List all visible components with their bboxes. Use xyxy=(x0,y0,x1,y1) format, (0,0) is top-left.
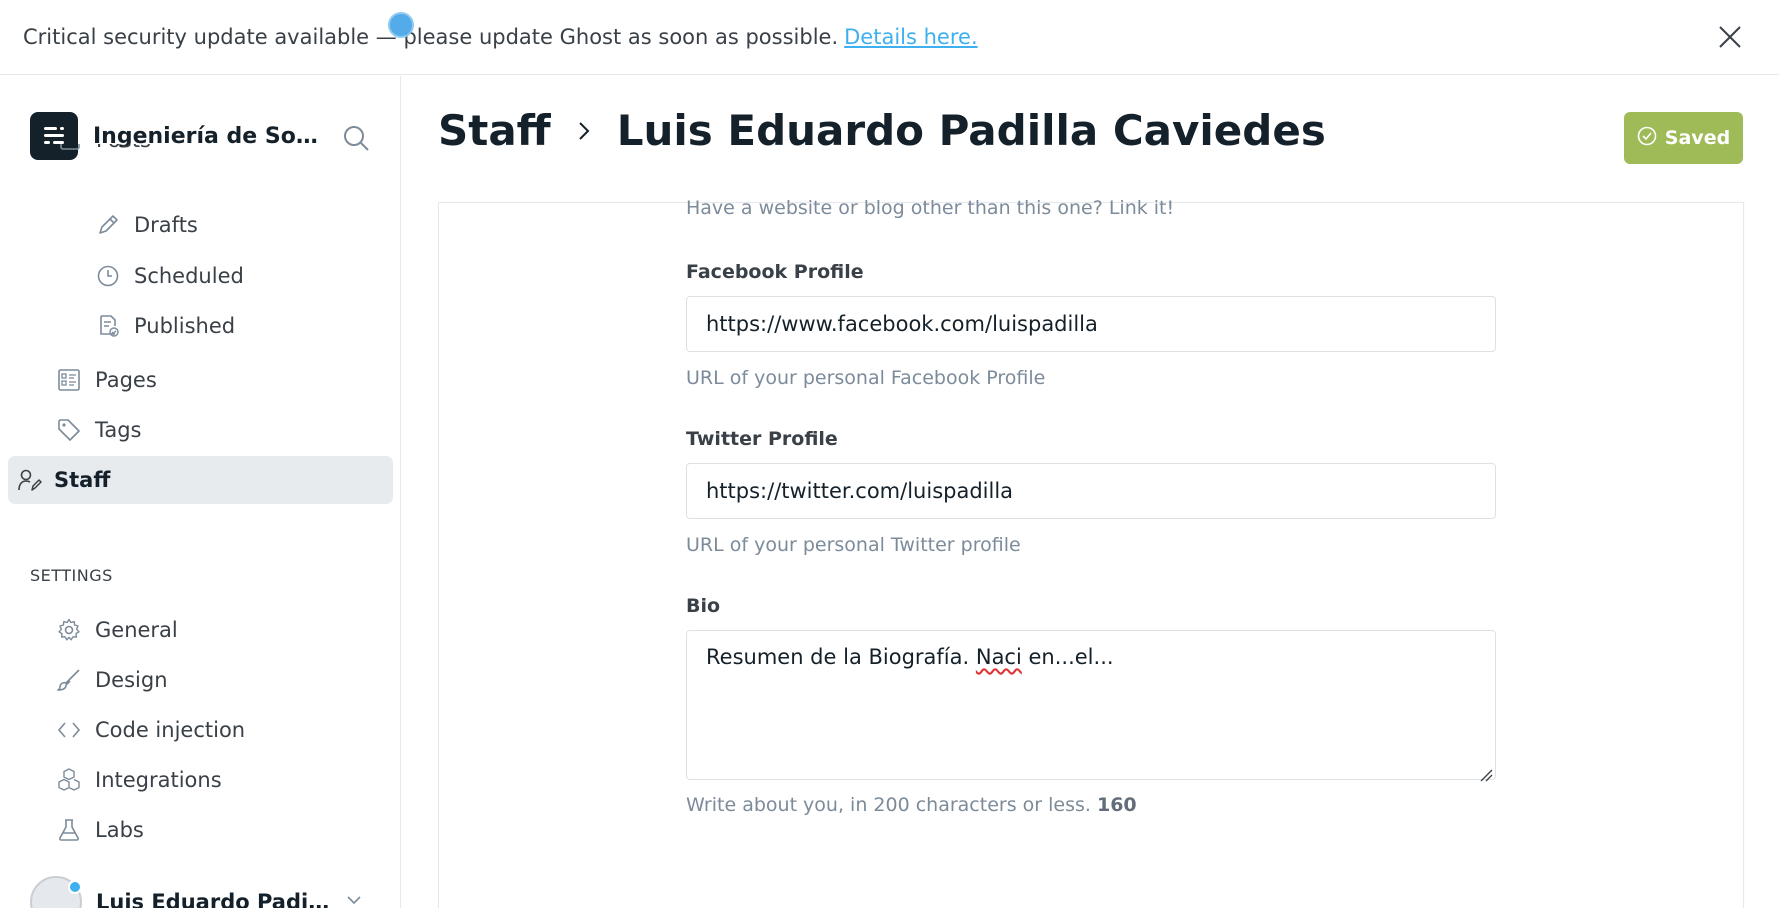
bio-character-count: 160 xyxy=(1096,794,1137,816)
resize-handle-icon[interactable] xyxy=(1479,763,1493,782)
sidebar-item-tags[interactable]: Tags xyxy=(55,406,142,454)
sidebar-item-label: Integrations xyxy=(95,768,222,792)
flask-icon xyxy=(55,816,83,844)
search-icon[interactable] xyxy=(342,124,370,152)
sidebar-item-general[interactable]: General xyxy=(55,606,178,654)
twitter-hint: URL of your personal Twitter profile xyxy=(686,534,1021,556)
sidebar-item-code-injection[interactable]: Code injection xyxy=(55,706,245,754)
notification-dot xyxy=(68,880,82,894)
security-update-banner: Critical security update available — ple… xyxy=(0,0,1779,75)
sidebar-item-label: Drafts xyxy=(134,213,198,237)
sidebar-item-label: Design xyxy=(95,668,168,692)
gear-icon xyxy=(55,616,83,644)
saved-button[interactable]: Saved xyxy=(1624,112,1743,164)
sidebar-item-label: Pages xyxy=(95,368,157,392)
breadcrumb: Staff Luis Eduardo Padilla Caviedes xyxy=(438,106,1326,155)
bio-label: Bio xyxy=(686,595,721,617)
breadcrumb-staff-link[interactable]: Staff xyxy=(438,106,551,155)
main-content: Staff Luis Eduardo Padilla Caviedes Save… xyxy=(402,76,1779,908)
integrations-cubes-icon xyxy=(55,766,83,794)
check-circle-icon xyxy=(1637,126,1657,151)
sidebar-item-drafts[interactable]: Drafts xyxy=(94,201,198,249)
sidebar-item-label: Labs xyxy=(95,818,144,842)
facebook-hint: URL of your personal Facebook Profile xyxy=(686,367,1046,389)
sidebar-item-scheduled[interactable]: Scheduled xyxy=(94,252,244,300)
sidebar-item-integrations[interactable]: Integrations xyxy=(55,756,222,804)
facebook-profile-value: https://www.facebook.com/luispadilla xyxy=(706,312,1098,336)
profile-form-panel: Have a website or blog other than this o… xyxy=(438,197,1744,908)
sidebar-item-label: Tags xyxy=(95,418,142,442)
page-title: Luis Eduardo Padilla Caviedes xyxy=(616,106,1326,155)
sidebar-item-label: General xyxy=(95,618,178,642)
spellcheck-word: Naci xyxy=(975,645,1022,669)
saved-label: Saved xyxy=(1664,127,1731,149)
staff-icon xyxy=(16,466,44,494)
sidebar-item-label: Scheduled xyxy=(134,264,244,288)
mouse-cursor-indicator xyxy=(388,12,414,38)
code-icon xyxy=(55,716,83,744)
settings-heading: SETTINGS xyxy=(30,566,113,585)
sidebar-item-pages[interactable]: Pages xyxy=(55,356,157,404)
clock-icon xyxy=(94,262,122,290)
bio-textarea[interactable]: Resumen de la Biografía. Naci en...el... xyxy=(686,630,1496,782)
sidebar: Ingeniería de Soft... Posts Drafts Sched… xyxy=(0,76,401,908)
twitter-profile-input[interactable]: https://twitter.com/luispadilla xyxy=(686,463,1496,519)
published-document-icon xyxy=(94,312,122,340)
pencil-icon xyxy=(94,211,122,239)
pages-icon xyxy=(55,366,83,394)
twitter-profile-value: https://twitter.com/luispadilla xyxy=(706,479,1014,503)
sidebar-item-label: Code injection xyxy=(95,718,246,742)
user-menu[interactable]: Luis Eduardo Padilla C... xyxy=(30,876,364,908)
sidebar-item-design[interactable]: Design xyxy=(55,656,168,704)
bio-text: Resumen de la Biografía. Naci en...el... xyxy=(706,645,1114,669)
banner-text: Critical security update available — ple… xyxy=(23,25,839,49)
banner-details-link[interactable]: Details here. xyxy=(844,25,977,49)
sidebar-item-labs[interactable]: Labs xyxy=(55,806,144,854)
sidebar-item-staff[interactable]: Staff xyxy=(8,456,393,504)
sidebar-item-label: Staff xyxy=(54,468,111,492)
facebook-profile-input[interactable]: https://www.facebook.com/luispadilla xyxy=(686,296,1496,352)
twitter-label: Twitter Profile xyxy=(686,428,838,450)
bio-hint: Write about you, in 200 characters or le… xyxy=(686,794,1137,816)
user-name: Luis Eduardo Padilla C... xyxy=(96,890,336,908)
chevron-right-icon xyxy=(573,120,595,142)
brush-icon xyxy=(55,666,83,694)
avatar xyxy=(30,876,82,908)
facebook-label: Facebook Profile xyxy=(686,261,864,283)
close-icon[interactable] xyxy=(1717,24,1743,50)
sidebar-item-published[interactable]: Published xyxy=(94,302,235,350)
website-hint: Have a website or blog other than this o… xyxy=(686,197,1175,219)
chevron-down-icon xyxy=(344,890,364,908)
sidebar-item-label: Published xyxy=(134,314,236,338)
tag-icon xyxy=(55,416,83,444)
